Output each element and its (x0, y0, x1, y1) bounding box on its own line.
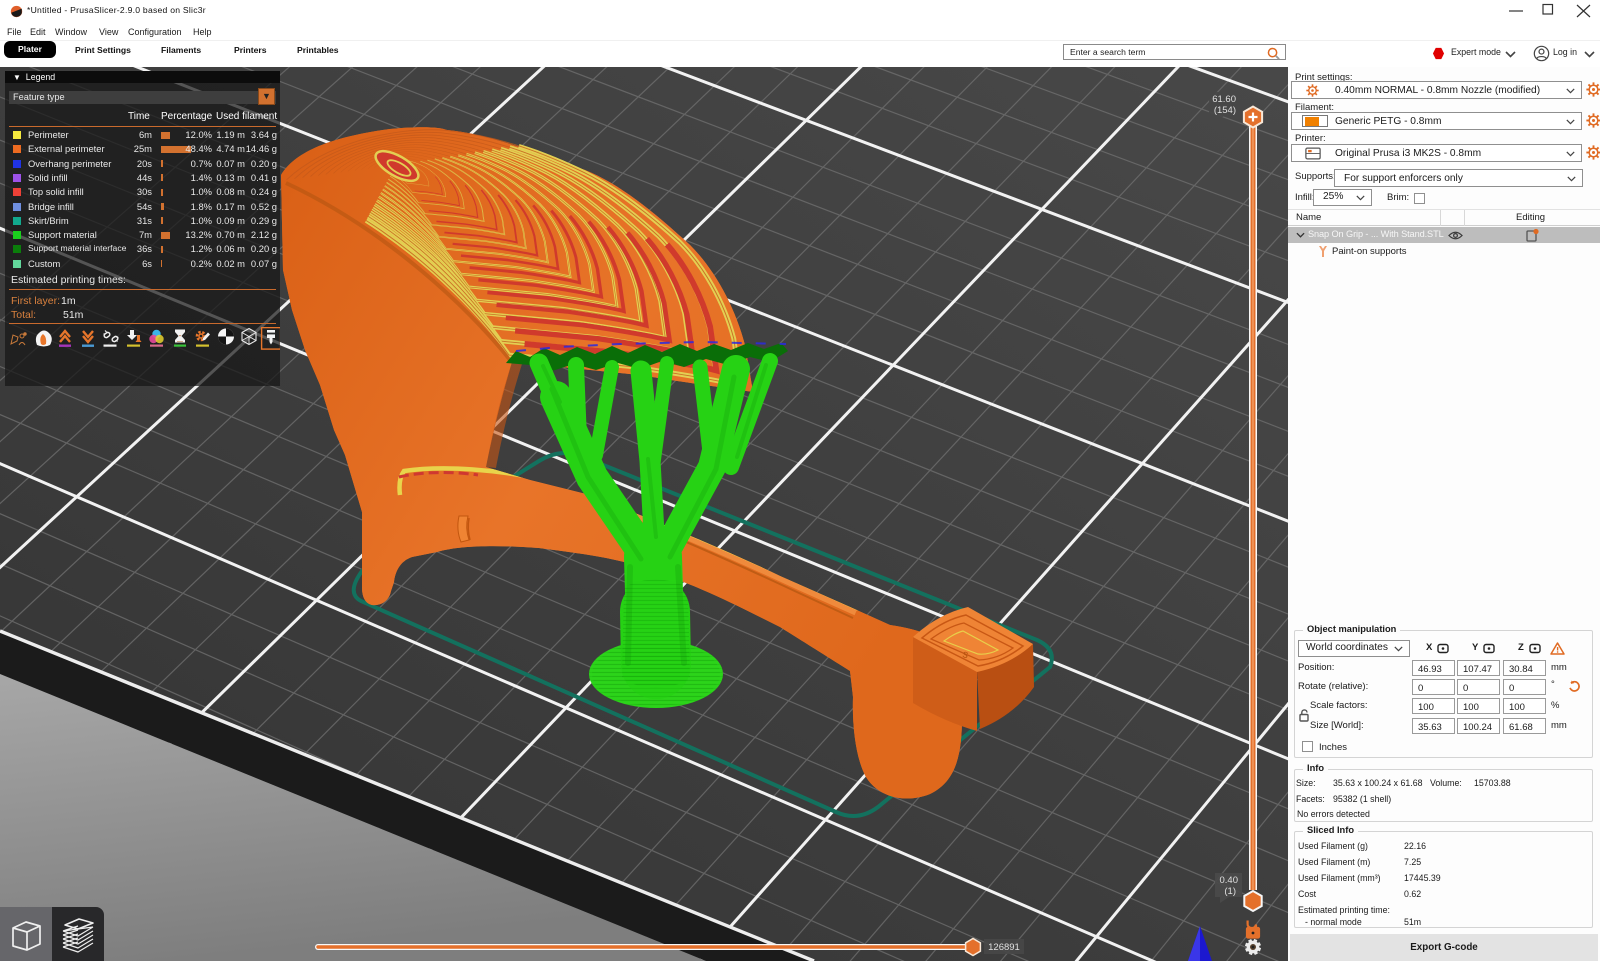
svg-text:(1): (1) (1224, 886, 1236, 897)
svg-text:61.60: 61.60 (1212, 94, 1236, 105)
svg-text:126891: 126891 (988, 942, 1020, 953)
svg-text:0.40: 0.40 (1220, 875, 1239, 886)
svg-text:(154): (154) (1214, 105, 1236, 116)
